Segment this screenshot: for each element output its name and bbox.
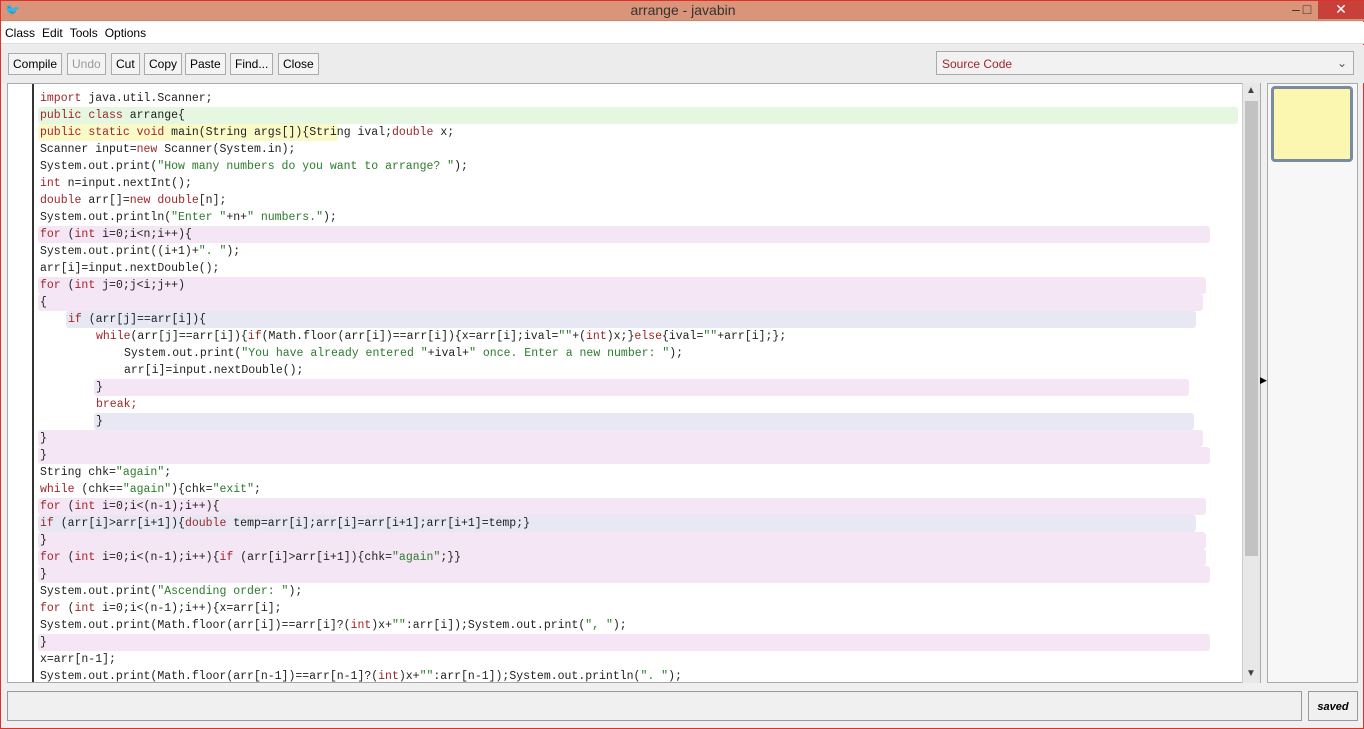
code-line[interactable]: System.out.print("How many numbers do yo… [38, 158, 1213, 175]
code-line[interactable]: double arr[]=new double[n]; [38, 192, 1213, 209]
line-gutter [8, 84, 34, 682]
cut-button[interactable]: Cut [111, 53, 140, 75]
code-line[interactable]: for (int i=0;i<n;i++){ [38, 226, 1210, 243]
code-line[interactable]: } [94, 413, 1194, 430]
code-line[interactable]: arr[i]=input.nextDouble(); [122, 362, 1182, 379]
code-line[interactable]: while (chk=="again"){chk="exit"; [38, 481, 1210, 498]
navigation-view[interactable] [1267, 83, 1358, 683]
chevron-down-icon: ⌄ [1336, 56, 1347, 70]
code-line[interactable]: { [38, 294, 1203, 311]
code-line[interactable]: System.out.println("Enter "+n+" numbers.… [38, 209, 1213, 226]
close-button[interactable]: Close [278, 53, 319, 75]
status-message [7, 691, 1302, 721]
code-line[interactable]: } [94, 379, 1189, 396]
navigation-viewport[interactable] [1271, 86, 1353, 162]
view-select[interactable]: Source Code ⌄ [936, 51, 1354, 75]
scroll-up-icon[interactable]: ▲ [1246, 85, 1256, 96]
title-bar: 🐦 arrange - javabin – □ ✕ [1, 1, 1364, 21]
code-line[interactable]: System.out.print("You have already enter… [122, 345, 1182, 362]
window-title: arrange - javabin [630, 2, 736, 18]
undo-button[interactable]: Undo [67, 53, 106, 75]
saved-indicator: saved [1308, 691, 1358, 721]
code-line[interactable]: int n=input.nextInt(); [38, 175, 1213, 192]
code-line[interactable]: } [38, 430, 1203, 447]
code-line[interactable]: while(arr[j]==arr[i]){if(Math.floor(arr[… [94, 328, 1189, 345]
code-line[interactable]: } [38, 532, 1206, 549]
code-line[interactable]: for (int i=0;i<(n-1);i++){if (arr[i]>arr… [38, 549, 1206, 566]
maximize-button[interactable]: □ [1297, 1, 1317, 19]
collapse-arrow-icon[interactable]: ▶ [1260, 375, 1267, 386]
code-line[interactable]: public class arrange{ [38, 107, 1238, 124]
scrollbar-thumb[interactable] [1245, 101, 1258, 556]
code-line[interactable]: x=arr[n-1]; [38, 651, 1213, 668]
code-line[interactable]: System.out.print(Math.floor(arr[n-1])==a… [38, 668, 1213, 682]
code-line[interactable]: System.out.print((i+1)+". "); [38, 243, 1206, 260]
code-line[interactable]: } [38, 447, 1210, 464]
code-line[interactable]: String chk="again"; [38, 464, 1213, 481]
code-line[interactable]: public static void main(String args[]){S… [38, 124, 454, 141]
code-line[interactable]: } [38, 634, 1210, 651]
menu-edit[interactable]: Edit [38, 22, 66, 40]
menu-bar: Class Edit Tools Options [1, 22, 1364, 44]
compile-button[interactable]: Compile [8, 53, 63, 75]
code-line[interactable]: break; [94, 396, 1194, 413]
close-window-button[interactable]: ✕ [1318, 1, 1364, 19]
code-line[interactable]: } [38, 566, 1210, 583]
code-line[interactable]: Scanner input=new Scanner(System.in); [38, 141, 1213, 158]
code-line[interactable]: import java.util.Scanner; [38, 90, 1238, 107]
code-editor[interactable]: import java.util.Scanner; public class ar… [7, 83, 1261, 683]
find-button[interactable]: Find... [230, 53, 274, 75]
copy-button[interactable]: Copy [144, 53, 183, 75]
code-line[interactable]: if (arr[i]>arr[i+1]){double temp=arr[i];… [38, 515, 1196, 532]
menu-tools[interactable]: Tools [66, 22, 101, 40]
paste-button[interactable]: Paste [185, 53, 226, 75]
code-line[interactable]: System.out.print(Math.floor(arr[i])==arr… [38, 617, 1206, 634]
view-select-value: Source Code [942, 57, 1013, 71]
menu-options[interactable]: Options [101, 22, 149, 40]
code-line[interactable]: for (int j=0;j<i;j++) [38, 277, 1206, 294]
code-line[interactable]: System.out.print("Ascending order: "); [38, 583, 1213, 600]
code-line[interactable]: if (arr[j]==arr[i]){ [66, 311, 1196, 328]
menu-class[interactable]: Class [1, 22, 38, 40]
code-line[interactable]: for (int i=0;i<(n-1);i++){ [38, 498, 1206, 515]
code-line[interactable]: for (int i=0;i<(n-1);i++){x=arr[i]; [38, 600, 1210, 617]
code-line[interactable]: arr[i]=input.nextDouble(); [38, 260, 1206, 277]
scroll-down-icon[interactable]: ▼ [1246, 668, 1256, 679]
vertical-scrollbar[interactable]: ▲ ▼ [1242, 83, 1260, 683]
